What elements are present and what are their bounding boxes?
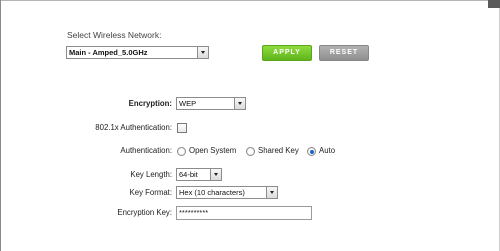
encryption-key-label: Encryption Key:: [117, 208, 172, 217]
chevron-down-icon: [234, 98, 245, 109]
key-length-select[interactable]: 64-bit: [176, 168, 222, 181]
key-format-select[interactable]: Hex (10 characters): [176, 186, 278, 199]
encryption-key-input[interactable]: **********: [176, 206, 312, 220]
encryption-select-value: WEP: [179, 99, 197, 108]
key-format-select-value: Hex (10 characters): [179, 188, 245, 197]
chevron-down-icon: [210, 169, 221, 180]
encryption-select[interactable]: WEP: [176, 97, 246, 110]
network-select-value: Main - Amped_5.0GHz: [69, 48, 148, 57]
radio-auto[interactable]: [307, 147, 316, 156]
reset-button[interactable]: RESET: [319, 45, 369, 61]
radio-open-system-label: Open System: [189, 146, 237, 155]
radio-open-system[interactable]: [177, 147, 186, 156]
auth-8021x-checkbox[interactable]: [177, 123, 187, 133]
key-format-label: Key Format:: [129, 188, 172, 197]
network-select[interactable]: Main - Amped_5.0GHz: [66, 46, 209, 59]
key-length-label: Key Length:: [130, 170, 172, 179]
radio-shared-key[interactable]: [246, 147, 255, 156]
apply-button[interactable]: APPLY: [262, 45, 312, 61]
encryption-label: Encryption:: [128, 99, 172, 108]
key-length-select-value: 64-bit: [179, 170, 198, 179]
auth-8021x-label: 802.1x Authentication:: [95, 123, 172, 132]
chevron-down-icon: [266, 187, 277, 198]
settings-panel: Select Wireless Network: Main - Amped_5.…: [0, 0, 500, 251]
authentication-label: Authentication:: [120, 146, 172, 155]
panel-corner: [488, 0, 500, 8]
chevron-down-icon: [197, 47, 208, 58]
panel-border-left: [0, 0, 1, 251]
radio-auto-label: Auto: [319, 146, 336, 155]
network-select-label: Select Wireless Network:: [67, 30, 162, 40]
panel-border-top: [0, 0, 500, 1]
radio-shared-key-label: Shared Key: [258, 146, 299, 155]
